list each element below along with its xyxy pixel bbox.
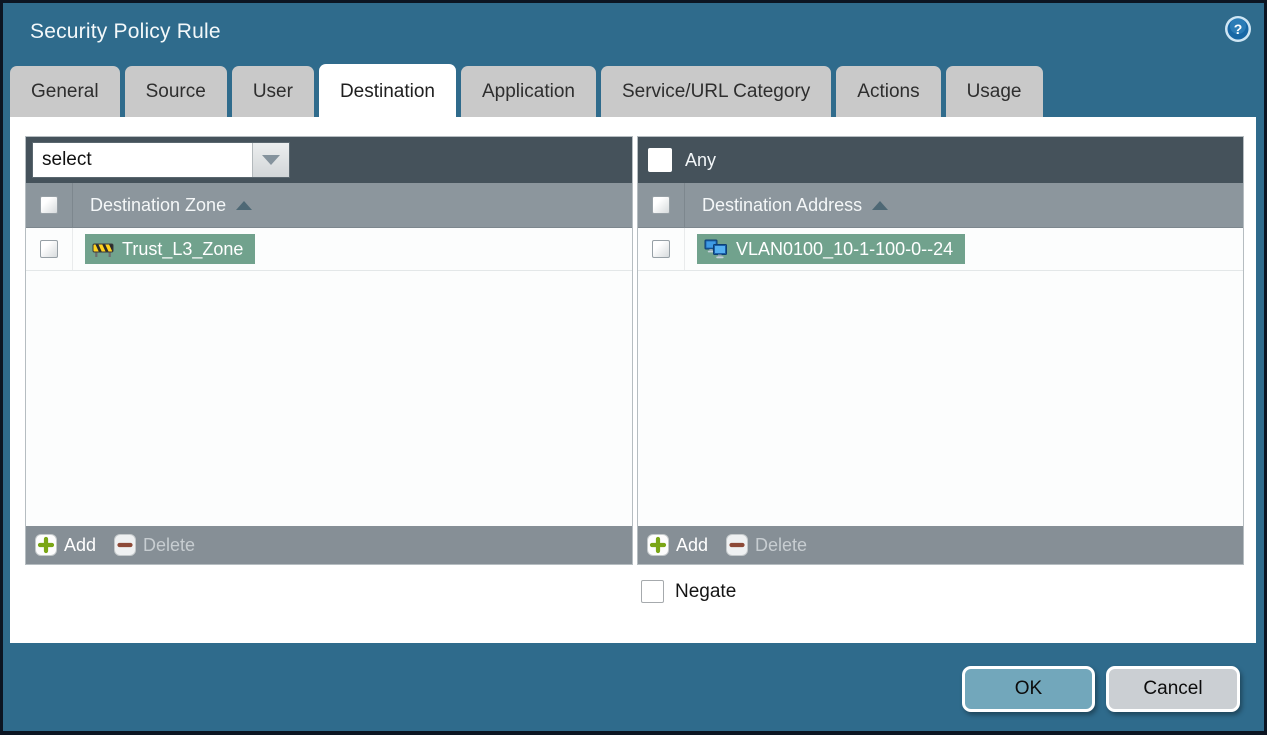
zone-column-header[interactable]: Destination Zone: [73, 194, 253, 216]
zone-select-all-cell: [26, 183, 73, 227]
address-row-checkbox[interactable]: [652, 240, 670, 258]
address-delete-button[interactable]: Delete: [726, 534, 807, 556]
zone-column-label: Destination Zone: [90, 194, 227, 215]
address-delete-label: Delete: [755, 534, 808, 555]
tab-actions[interactable]: Actions: [836, 66, 941, 117]
security-policy-rule-dialog: Security Policy Rule ? General Source Us…: [3, 3, 1264, 731]
help-icon[interactable]: ?: [1224, 15, 1252, 43]
cancel-button[interactable]: Cancel: [1106, 666, 1240, 712]
address-select-all-checkbox[interactable]: [652, 196, 670, 214]
ok-button[interactable]: OK: [962, 666, 1095, 712]
table-row: Trust_L3_Zone: [26, 228, 632, 271]
sort-ascending-triangle-icon: [236, 200, 253, 210]
zone-delete-label: Delete: [143, 534, 196, 555]
tab-bar: General Source User Destination Applicat…: [10, 64, 1043, 117]
address-table-body: VLAN0100_10-1-100-0--24: [638, 228, 1243, 526]
any-toggle[interactable]: Any: [644, 148, 716, 172]
minus-icon: [726, 534, 749, 556]
zone-type-select-value: select: [42, 149, 92, 170]
address-add-label: Add: [676, 534, 709, 555]
dialog-title: Security Policy Rule: [30, 20, 221, 43]
zone-type-select[interactable]: select: [32, 142, 290, 178]
tab-source[interactable]: Source: [124, 66, 227, 117]
zone-select-all-checkbox[interactable]: [40, 196, 58, 214]
address-tag-label: VLAN0100_10-1-100-0--24: [736, 238, 954, 259]
svg-text:?: ?: [1234, 21, 1243, 37]
zone-table-header: Destination Zone: [26, 183, 632, 228]
address-table-header: Destination Address: [638, 183, 1243, 228]
zone-type-select-button[interactable]: [252, 143, 289, 177]
address-column-label: Destination Address: [702, 194, 863, 215]
zone-add-label: Add: [64, 534, 97, 555]
network-hosts-icon: [704, 239, 728, 260]
destination-zone-panel: select Destination Zone Trust_L3_Zone Ad…: [25, 136, 633, 565]
zone-delete-button[interactable]: Delete: [114, 534, 195, 556]
address-column-header[interactable]: Destination Address: [685, 194, 889, 216]
address-row-checkbox-cell: [638, 228, 685, 270]
table-row: VLAN0100_10-1-100-0--24: [638, 228, 1243, 271]
zone-add-button[interactable]: Add: [35, 534, 96, 556]
zone-panel-footer: Add Delete: [26, 526, 632, 564]
chevron-down-icon: [262, 155, 280, 165]
screenshot-frame: Security Policy Rule ? General Source Us…: [0, 0, 1267, 735]
tab-user[interactable]: User: [231, 66, 314, 117]
tab-destination[interactable]: Destination: [318, 64, 456, 117]
zone-tag-label: Trust_L3_Zone: [122, 238, 244, 259]
plus-icon: [35, 534, 57, 556]
tab-content-destination: select Destination Zone Trust_L3_Zone Ad…: [10, 117, 1256, 643]
zone-barrier-icon: [92, 240, 114, 258]
address-select-all-cell: [638, 183, 685, 227]
negate-checkbox[interactable]: [641, 580, 664, 603]
tab-general[interactable]: General: [10, 66, 120, 117]
zone-row-checkbox[interactable]: [40, 240, 58, 258]
zone-table-body: Trust_L3_Zone: [26, 228, 632, 526]
address-panel-footer: Add Delete: [638, 526, 1243, 564]
zone-tag-trust-l3-zone[interactable]: Trust_L3_Zone: [85, 234, 256, 264]
any-label: Any: [685, 149, 717, 170]
minus-icon: [114, 534, 137, 556]
address-panel-toolbar: Any: [638, 137, 1243, 183]
tab-application[interactable]: Application: [461, 66, 596, 117]
plus-icon: [647, 534, 669, 556]
negate-toggle[interactable]: Negate: [641, 580, 736, 603]
destination-address-panel: Any Destination Address VLAN0100_10-1-10…: [637, 136, 1244, 565]
address-tag-vlan0100[interactable]: VLAN0100_10-1-100-0--24: [697, 234, 966, 264]
dialog-titlebar: Security Policy Rule ?: [3, 3, 1264, 66]
tab-service-url-category[interactable]: Service/URL Category: [600, 66, 832, 117]
sort-ascending-triangle-icon: [872, 200, 889, 210]
any-checkbox[interactable]: [648, 148, 672, 172]
zone-row-checkbox-cell: [26, 228, 73, 270]
address-add-button[interactable]: Add: [647, 534, 708, 556]
negate-label: Negate: [675, 580, 737, 602]
zone-panel-toolbar: select: [26, 137, 632, 183]
tab-usage[interactable]: Usage: [945, 66, 1043, 117]
